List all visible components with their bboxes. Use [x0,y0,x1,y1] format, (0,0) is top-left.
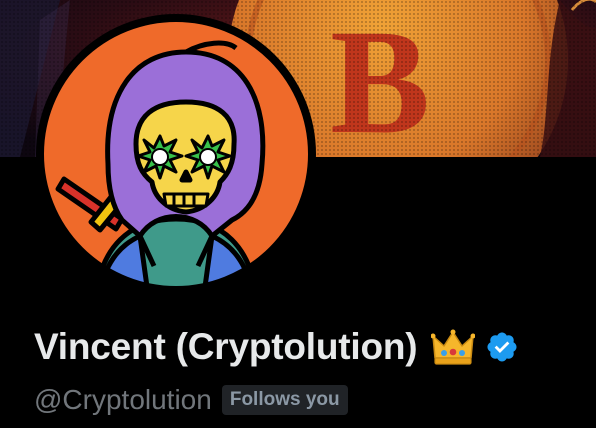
user-handle: @Cryptolution [34,384,212,415]
profile-handle-row: @Cryptolution Follows you [34,384,348,416]
follows-you-badge: Follows you [221,385,348,415]
crown-emoji-icon [430,328,476,366]
verified-badge-icon[interactable] [485,330,519,364]
avatar[interactable] [36,14,316,294]
skull-hooded-avatar-icon [36,14,316,294]
display-name: Vincent (Cryptolution) [34,326,418,367]
profile-name-row: Vincent (Cryptolution) [34,326,519,368]
